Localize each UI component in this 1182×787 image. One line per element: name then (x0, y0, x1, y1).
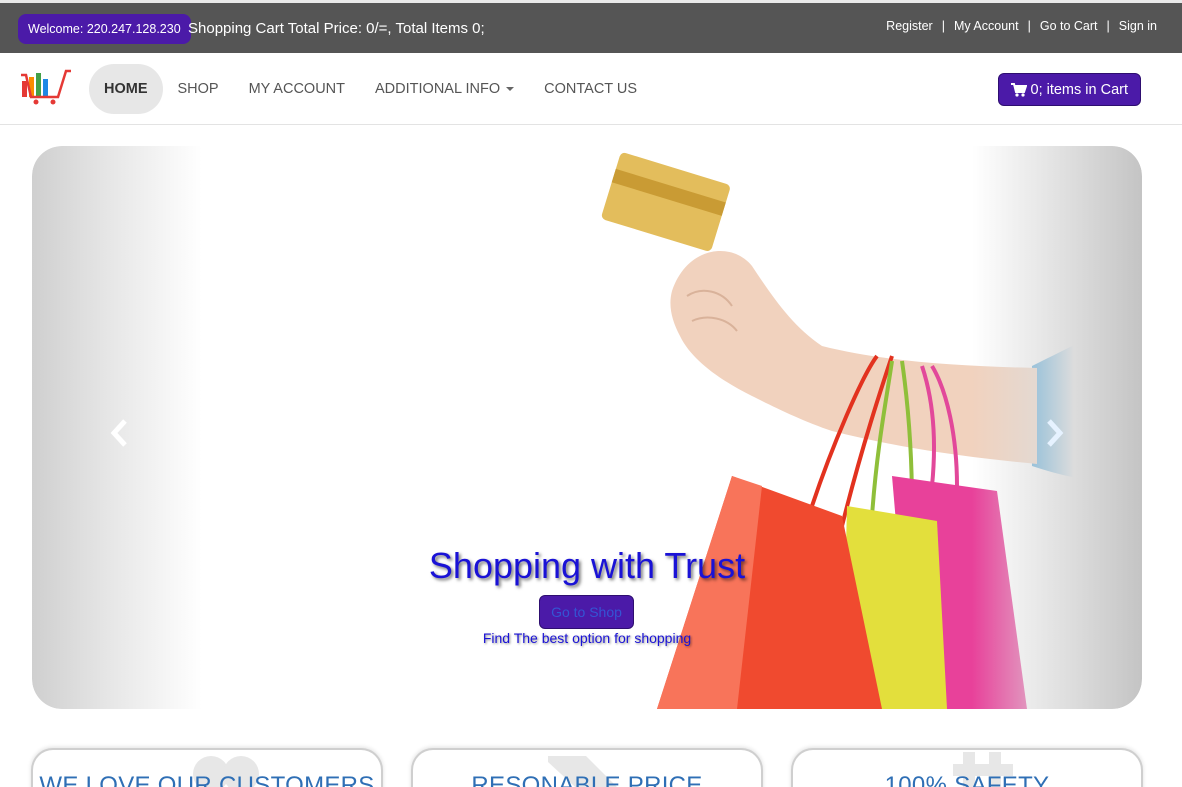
nav-my-account-label: MY ACCOUNT (248, 81, 346, 97)
carousel-caption-title: Shopping with Trust (428, 545, 746, 586)
register-link[interactable]: Register (886, 19, 933, 33)
hero-carousel: Shopping with Trust Go to Shop Find The … (32, 146, 1142, 709)
nav-additional-info-dropdown[interactable]: ADDITIONAL INFO (360, 64, 529, 114)
top-bar: Welcome: 220.247.128.230 Shopping Cart T… (0, 0, 1182, 53)
go-to-shop-button[interactable]: Go to Shop (539, 595, 634, 629)
carousel-caption-subtitle: Find The best option for shopping (482, 630, 692, 646)
nav-shop[interactable]: SHOP (163, 64, 234, 114)
cart-logo-icon (21, 69, 71, 105)
welcome-badge: Welcome: 220.247.128.230 (18, 14, 191, 44)
nav-contact-us-label: CONTACT US (544, 81, 638, 97)
primary-nav: HOME SHOP MY ACCOUNT ADDITIONAL INFO CON… (89, 64, 652, 114)
sign-in-link[interactable]: Sign in (1119, 19, 1157, 33)
nav-home-label: HOME (104, 81, 148, 97)
cart-button[interactable]: 0; items in Cart (997, 73, 1141, 106)
link-separator: | (1027, 19, 1031, 33)
feature-title: 100% SAFETY (884, 772, 1050, 787)
top-links: Register | My Account | Go to Cart | Sig… (886, 19, 1157, 33)
main-navbar: HOME SHOP MY ACCOUNT ADDITIONAL INFO CON… (0, 53, 1182, 125)
shopping-cart-icon (1010, 82, 1027, 97)
go-to-cart-link[interactable]: Go to Cart (1040, 19, 1098, 33)
feature-box-customers: WE LOVE OUR CUSTOMERS (31, 748, 383, 787)
link-separator: | (1106, 19, 1110, 33)
caret-down-icon (506, 87, 515, 91)
feature-box-price: RESONABLE PRICE (411, 748, 763, 787)
my-account-link[interactable]: My Account (954, 19, 1019, 33)
feature-title: WE LOVE OUR CUSTOMERS (39, 772, 375, 787)
carousel-next-button[interactable] (1040, 418, 1070, 448)
carousel-prev-button[interactable] (104, 418, 134, 448)
site-logo[interactable] (20, 67, 72, 105)
cart-button-label: 0; items in Cart (1030, 81, 1129, 98)
feature-title: RESONABLE PRICE (471, 772, 703, 787)
link-separator: | (941, 19, 945, 33)
feature-box-safety: 100% SAFETY (791, 748, 1143, 787)
cart-summary-text: Shopping Cart Total Price: 0/=, Total It… (188, 20, 485, 37)
nav-my-account[interactable]: MY ACCOUNT (234, 64, 360, 114)
nav-contact-us[interactable]: CONTACT US (529, 64, 652, 114)
chevron-left-icon (110, 419, 127, 447)
chevron-right-icon (1047, 419, 1064, 447)
nav-home[interactable]: HOME (89, 64, 163, 114)
nav-additional-info-label: ADDITIONAL INFO (375, 81, 501, 97)
nav-shop-label: SHOP (177, 81, 219, 97)
